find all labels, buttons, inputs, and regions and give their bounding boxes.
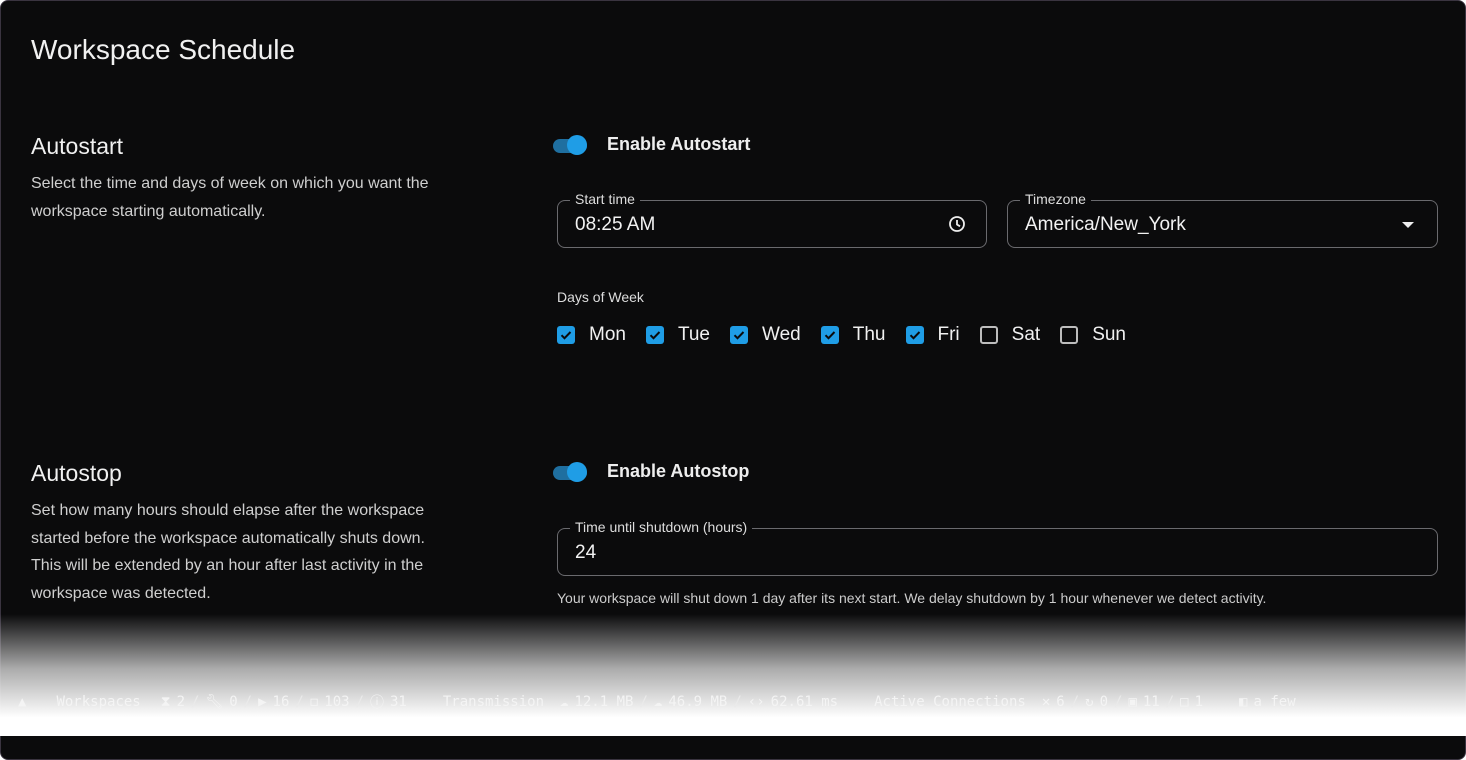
- vscode-icon: ✕: [1041, 694, 1051, 710]
- updated-text: a few: [1253, 694, 1296, 710]
- building-icon: 🔧︎: [205, 694, 224, 710]
- terminal-icon: ▣: [1128, 694, 1137, 710]
- running-icon: ▶: [258, 694, 267, 710]
- checkbox-checked-icon[interactable]: [557, 326, 575, 344]
- rx-value: 46.9 MB: [668, 694, 728, 710]
- day-label: Fri: [937, 324, 960, 345]
- autostart-toggle[interactable]: [551, 134, 589, 156]
- day-checkbox-mon[interactable]: Mon: [557, 324, 626, 346]
- transmission-label: Transmission: [442, 694, 545, 710]
- day-checkbox-tue[interactable]: Tue: [645, 324, 711, 346]
- failed-count[interactable]: 31: [390, 694, 407, 710]
- shutdown-hours-label: Time until shutdown (hours): [570, 519, 753, 535]
- day-label: Thu: [852, 324, 886, 345]
- autostart-toggle-label: Enable Autostart: [607, 134, 751, 154]
- failed-icon: ⓘ: [370, 695, 384, 711]
- autostart-description: Select the time and days of week on whic…: [31, 175, 429, 220]
- timezone-value: America/New_York: [1025, 214, 1186, 235]
- checkbox-unchecked-icon[interactable]: [979, 326, 998, 344]
- status-bar: ▲ Workspaces ⧗ 2/ 🔧︎ 0/ ▶ 16/ ◻ 103/ ⓘ 31 Tra…: [18, 694, 1296, 711]
- pending-count[interactable]: 2: [177, 694, 185, 710]
- timezone-select[interactable]: Timezone America/New_York: [1007, 191, 1438, 248]
- day-label: Tue: [677, 324, 711, 345]
- tx-value: 12.1 MB: [574, 694, 634, 710]
- day-label: Wed: [762, 324, 801, 345]
- autostop-title: Autostop: [31, 460, 122, 486]
- autostart-title: Autostart: [31, 133, 124, 159]
- day-checkbox-sat[interactable]: Sat: [979, 324, 1041, 346]
- download-cloud-icon: ☁: [653, 694, 663, 710]
- day-label: Sun: [1092, 324, 1126, 345]
- ssh-icon: □: [1180, 694, 1189, 710]
- timezone-label: Timezone: [1020, 191, 1091, 207]
- pending-icon: ⧗: [160, 694, 171, 710]
- day-label: Sat: [1011, 324, 1041, 345]
- jetbrains-icon: ↻: [1085, 694, 1094, 710]
- upload-cloud-icon: ☁: [560, 694, 569, 710]
- rocket-icon: ▲: [18, 694, 27, 710]
- latency-value: 62.61 ms: [770, 694, 839, 710]
- connections-label: Active Connections: [874, 694, 1026, 710]
- building-count[interactable]: 0: [229, 694, 237, 710]
- autostop-description: Set how many hours should elapse after t…: [31, 502, 425, 602]
- start-time-value: 08:25 AM: [575, 214, 656, 235]
- stopped-count[interactable]: 103: [324, 694, 349, 710]
- clock-icon[interactable]: [948, 215, 966, 233]
- terminal-count: 11: [1142, 694, 1160, 710]
- days-of-week-group: Mon Tue Wed Thu Fri Sat Sun: [557, 324, 1146, 346]
- chevron-down-icon: [1402, 222, 1414, 228]
- checkbox-checked-icon[interactable]: [820, 326, 839, 344]
- checkbox-checked-icon[interactable]: [730, 326, 749, 344]
- day-checkbox-wed[interactable]: Wed: [730, 324, 801, 346]
- day-checkbox-fri[interactable]: Fri: [905, 324, 960, 346]
- fade-overlay: [0, 614, 1466, 736]
- checkbox-checked-icon[interactable]: [905, 326, 924, 344]
- autostop-toggle-label: Enable Autostop: [607, 461, 750, 481]
- jetbrains-count: 0: [1099, 694, 1108, 710]
- ssh-count: 1: [1194, 694, 1204, 710]
- start-time-label: Start time: [570, 191, 640, 207]
- day-label: Mon: [589, 324, 626, 345]
- refresh-icon[interactable]: ◧: [1239, 694, 1247, 710]
- running-count[interactable]: 16: [273, 694, 290, 710]
- day-checkbox-thu[interactable]: Thu: [820, 324, 886, 346]
- shutdown-hours-value: 24: [575, 542, 597, 563]
- checkbox-unchecked-icon[interactable]: [1060, 326, 1079, 344]
- start-time-input[interactable]: Start time 08:25 AM: [557, 191, 987, 248]
- day-checkbox-sun[interactable]: Sun: [1060, 324, 1126, 346]
- vscode-count: 6: [1056, 694, 1065, 710]
- shutdown-hours-input[interactable]: Time until shutdown (hours) 24: [557, 519, 1438, 576]
- stopped-icon: ◻: [309, 694, 319, 710]
- autostop-toggle[interactable]: [551, 461, 589, 483]
- latency-icon: ‹›: [747, 694, 765, 710]
- workspaces-label: Workspaces: [56, 694, 141, 710]
- checkbox-checked-icon[interactable]: [645, 326, 664, 344]
- days-of-week-label: Days of Week: [557, 289, 644, 305]
- page-title: Workspace Schedule: [31, 34, 296, 65]
- autostop-helper-text: Your workspace will shut down 1 day afte…: [557, 590, 1267, 606]
